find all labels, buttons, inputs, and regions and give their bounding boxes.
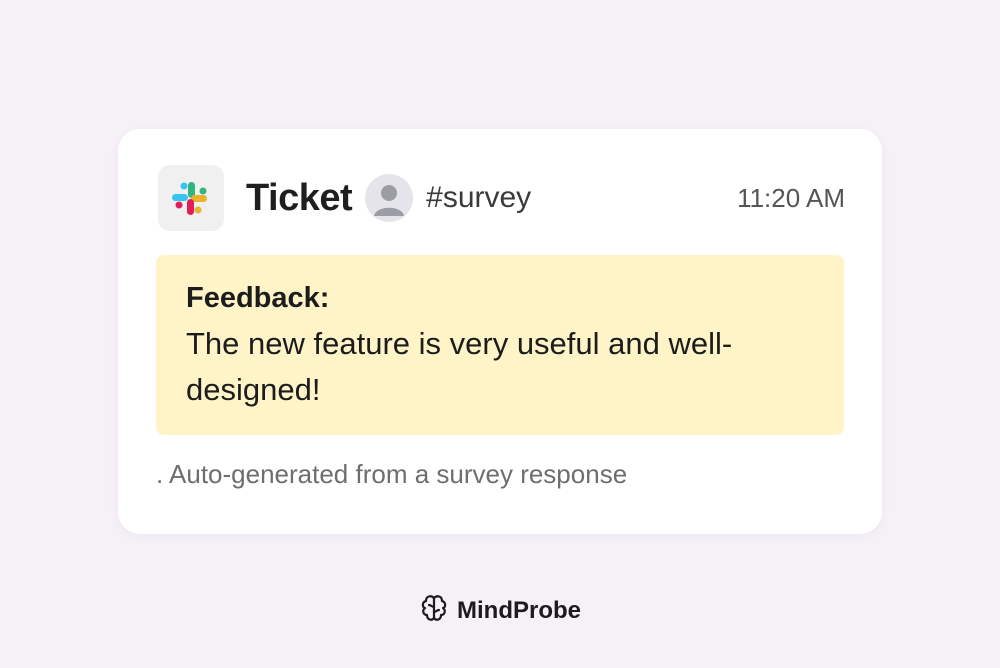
brain-icon [419, 593, 449, 628]
ticket-card: Ticket #survey 11:20 AM Feedback: The ne… [118, 129, 882, 534]
slack-logo-icon [158, 165, 224, 231]
auto-generated-note: . Auto-generated from a survey response [156, 459, 628, 489]
channel-name[interactable]: #survey [426, 181, 531, 215]
ticket-title: Ticket [246, 176, 353, 219]
brand-footer: MindProbe [0, 593, 1000, 628]
user-avatar-icon[interactable] [365, 174, 414, 222]
feedback-message: Feedback: The new feature is very useful… [156, 255, 844, 435]
ticket-header: Ticket #survey 11:20 AM [158, 165, 845, 231]
timestamp: 11:20 AM [737, 182, 845, 213]
feedback-text: The new feature is very useful and well-… [186, 326, 733, 407]
brand-name: MindProbe [457, 596, 581, 624]
feedback-label: Feedback: [186, 282, 330, 314]
